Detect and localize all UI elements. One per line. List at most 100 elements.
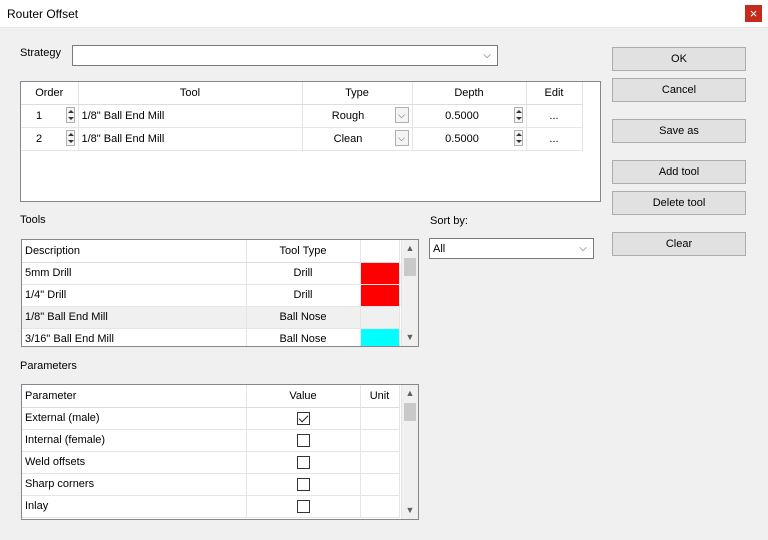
chevron-down-icon: ⌵ xyxy=(398,132,405,143)
operations-header: Order Tool Type Depth Edit xyxy=(21,82,583,105)
checkbox-inlay[interactable] xyxy=(296,499,310,513)
edit-button[interactable]: ... xyxy=(549,110,558,122)
color-swatch xyxy=(360,328,398,346)
depth-spinner[interactable] xyxy=(513,106,523,123)
tool-color-cell[interactable] xyxy=(360,284,400,307)
tool-type: Drill xyxy=(246,284,361,307)
scroll-up-icon[interactable]: ▲ xyxy=(402,240,418,257)
scroll-down-icon[interactable]: ▼ xyxy=(402,502,418,519)
column-header-unit[interactable]: Unit xyxy=(360,385,400,408)
add-tool-button[interactable]: Add tool xyxy=(612,160,746,184)
chevron-down-icon: ⌵ xyxy=(483,50,491,61)
scroll-down-icon[interactable]: ▼ xyxy=(402,329,418,346)
tool-color-cell[interactable] xyxy=(360,306,400,329)
tool-row[interactable]: 1/4" Drill Drill xyxy=(22,284,400,307)
window-title: Router Offset xyxy=(7,7,79,21)
parameter-name: Inlay xyxy=(22,495,247,518)
parameter-value[interactable] xyxy=(246,495,361,518)
tool-cell[interactable]: 1/8" Ball End Mill xyxy=(78,104,303,128)
column-header-tool-type[interactable]: Tool Type xyxy=(246,240,361,263)
tools-grid: Description Tool Type 5mm Drill Drill 1/… xyxy=(21,239,419,347)
parameter-row[interactable]: Internal (female) xyxy=(22,429,400,452)
edit-cell[interactable]: ... xyxy=(526,104,583,128)
order-spinner[interactable] xyxy=(65,129,75,146)
type-value: Rough xyxy=(331,109,365,122)
order-cell[interactable]: 1 xyxy=(21,104,79,128)
type-dropdown-arrow[interactable]: ⌵ xyxy=(394,129,409,146)
parameters-scrollbar[interactable]: ▲ ▼ xyxy=(401,385,418,519)
parameter-row[interactable]: Weld offsets xyxy=(22,451,400,474)
tool-row[interactable]: 5mm Drill Drill xyxy=(22,262,400,285)
tool-row[interactable]: 1/8" Ball End Mill Ball Nose xyxy=(22,306,400,329)
type-cell[interactable]: ⌵ Clean xyxy=(302,127,413,151)
title-bar: Router Offset × xyxy=(0,0,768,28)
tool-color-cell[interactable] xyxy=(360,262,400,285)
type-cell[interactable]: ⌵ Rough xyxy=(302,104,413,128)
delete-tool-button[interactable]: Delete tool xyxy=(612,191,746,215)
checkbox-external-male[interactable] xyxy=(296,411,310,425)
tool-value: 1/8" Ball End Mill xyxy=(81,109,165,122)
clear-button[interactable]: Clear xyxy=(612,232,746,256)
order-value: 2 xyxy=(35,132,43,145)
parameter-row[interactable]: External (male) xyxy=(22,407,400,430)
parameter-unit xyxy=(360,451,400,474)
parameter-row[interactable]: Inlay xyxy=(22,495,400,518)
scroll-up-icon[interactable]: ▲ xyxy=(402,385,418,402)
depth-value: 0.5000 xyxy=(445,109,479,122)
tools-table: Description Tool Type 5mm Drill Drill 1/… xyxy=(22,240,400,346)
operation-row[interactable]: 2 1/8" Ball End Mill ⌵ Clean 0.5000 ... xyxy=(21,127,583,151)
parameter-unit xyxy=(360,429,400,452)
strategy-dropdown[interactable]: ⌵ xyxy=(72,45,498,66)
tool-type: Ball Nose xyxy=(246,328,361,346)
column-header-color[interactable] xyxy=(360,240,400,263)
parameter-row[interactable]: Sharp corners xyxy=(22,473,400,496)
tool-description: 5mm Drill xyxy=(22,262,247,285)
parameter-unit xyxy=(360,407,400,430)
order-spinner[interactable] xyxy=(65,106,75,123)
column-header-depth[interactable]: Depth xyxy=(412,82,527,105)
close-button[interactable]: × xyxy=(745,5,762,22)
depth-spinner[interactable] xyxy=(513,129,523,146)
tool-description: 1/4" Drill xyxy=(22,284,247,307)
parameter-value[interactable] xyxy=(246,429,361,452)
scroll-thumb[interactable] xyxy=(404,258,416,276)
ok-button[interactable]: OK xyxy=(612,47,746,71)
parameter-value[interactable] xyxy=(246,451,361,474)
order-cell[interactable]: 2 xyxy=(21,127,79,151)
checkbox-sharp-corners[interactable] xyxy=(296,477,310,491)
depth-cell[interactable]: 0.5000 xyxy=(412,127,527,151)
column-header-edit[interactable]: Edit xyxy=(526,82,583,105)
scroll-thumb[interactable] xyxy=(404,403,416,421)
checkbox-weld-offsets[interactable] xyxy=(296,455,310,469)
cancel-button[interactable]: Cancel xyxy=(612,78,746,102)
operation-row[interactable]: 1 1/8" Ball End Mill ⌵ Rough 0.5000 ... xyxy=(21,104,583,128)
type-dropdown-arrow[interactable]: ⌵ xyxy=(394,106,409,123)
column-header-order[interactable]: Order xyxy=(21,82,79,105)
save-as-button[interactable]: Save as xyxy=(612,119,746,143)
edit-cell[interactable]: ... xyxy=(526,127,583,151)
sort-by-dropdown[interactable]: All ⌵ xyxy=(429,238,594,259)
column-header-value[interactable]: Value xyxy=(246,385,361,408)
sort-by-label: Sort by: xyxy=(430,215,468,227)
edit-button[interactable]: ... xyxy=(549,133,558,145)
depth-cell[interactable]: 0.5000 xyxy=(412,104,527,128)
type-value: Clean xyxy=(333,132,363,145)
parameters-grid: Parameter Value Unit External (male) Int… xyxy=(21,384,419,520)
tools-scrollbar[interactable]: ▲ ▼ xyxy=(401,240,418,346)
parameter-value[interactable] xyxy=(246,407,361,430)
tool-cell[interactable]: 1/8" Ball End Mill xyxy=(78,127,303,151)
column-header-type[interactable]: Type xyxy=(302,82,413,105)
checkbox-internal-female[interactable] xyxy=(296,433,310,447)
tool-type: Ball Nose xyxy=(246,306,361,329)
parameters-label: Parameters xyxy=(20,360,77,372)
color-swatch xyxy=(360,284,398,305)
tools-label: Tools xyxy=(20,214,46,226)
parameter-unit xyxy=(360,495,400,518)
column-header-parameter[interactable]: Parameter xyxy=(22,385,247,408)
tool-row[interactable]: 3/16" Ball End Mill Ball Nose xyxy=(22,328,400,346)
column-header-tool[interactable]: Tool xyxy=(78,82,303,105)
tool-color-cell[interactable] xyxy=(360,328,400,346)
column-header-description[interactable]: Description xyxy=(22,240,247,263)
tool-description: 1/8" Ball End Mill xyxy=(22,306,247,329)
parameter-value[interactable] xyxy=(246,473,361,496)
